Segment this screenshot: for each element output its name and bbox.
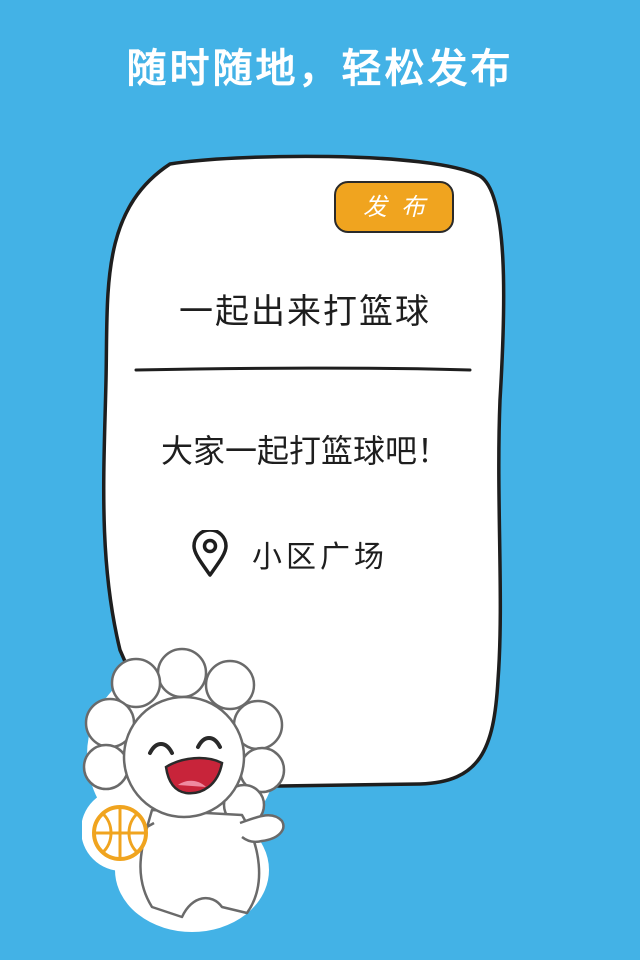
publish-button[interactable]: 发布: [334, 181, 454, 233]
map-pin-icon: [192, 530, 228, 577]
post-title[interactable]: 一起出来打篮球: [110, 284, 500, 333]
location-label: 小区广场: [252, 540, 388, 575]
post-body[interactable]: 大家一起打篮球吧！: [110, 426, 500, 472]
location-row[interactable]: 小区广场: [190, 530, 388, 578]
mascot-with-basketball-icon: [82, 647, 286, 932]
